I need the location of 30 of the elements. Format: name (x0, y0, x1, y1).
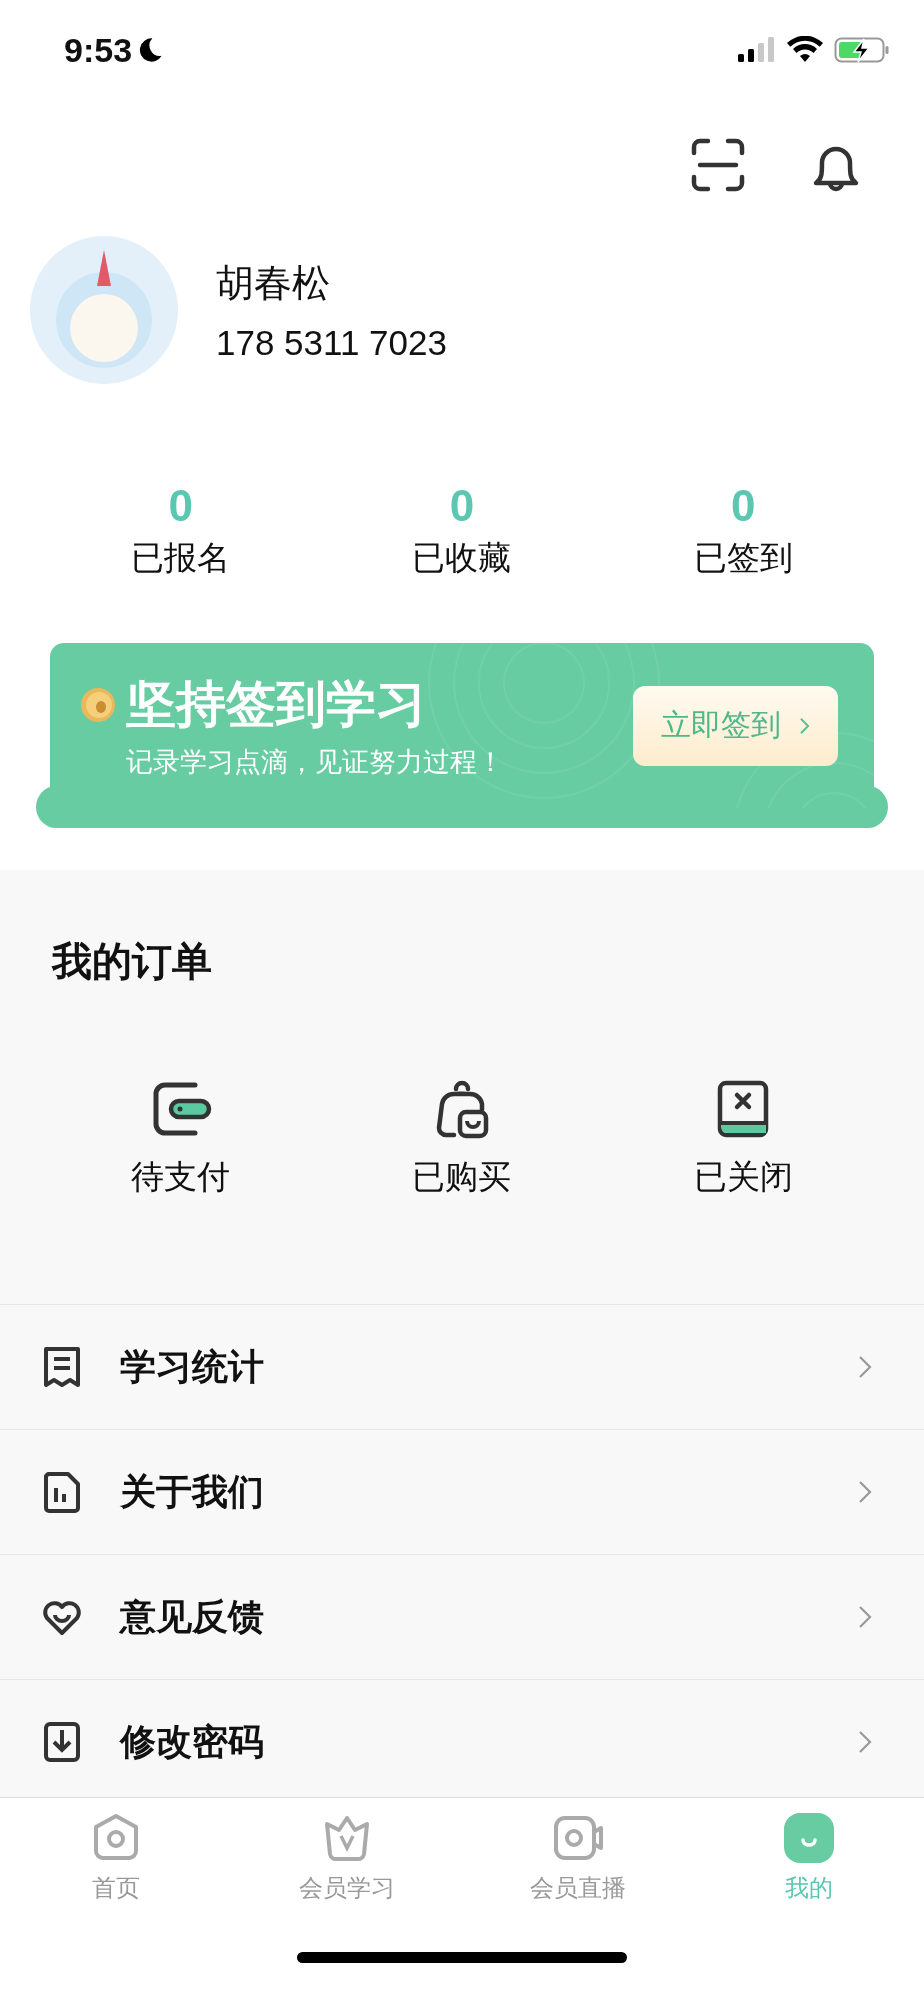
chevron-icon (799, 716, 810, 735)
menu-item[interactable]: 学习统计 (120, 1342, 858, 1392)
menu-item[interactable]: 关于我们 (120, 1467, 858, 1517)
menu-item[interactable]: 意见反馈 (120, 1592, 858, 1642)
banner-title: 坚持签到学习 (126, 675, 426, 735)
order-label[interactable]: 待支付 (131, 1155, 231, 1201)
phone-number: 178 5311 7023 (216, 322, 447, 363)
coin-icon (80, 686, 116, 723)
chevron-icon (858, 1605, 872, 1630)
document-chart-icon (42, 1470, 82, 1515)
receipt-icon (42, 1345, 82, 1390)
scan-icon[interactable] (690, 137, 746, 193)
section-title: 我的订单 (52, 938, 213, 986)
stat-label[interactable]: 已收藏 (412, 536, 512, 582)
signal-icon (736, 36, 776, 64)
banner-subtitle: 记录学习点滴，见证努力过程！ (125, 746, 504, 780)
order-label[interactable]: 已关闭 (693, 1155, 793, 1201)
chevron-icon (858, 1480, 872, 1505)
stat-label[interactable]: 已报名 (131, 536, 231, 582)
battery-icon (834, 36, 890, 64)
order-label[interactable]: 已购买 (412, 1155, 512, 1201)
smile-icon (782, 1812, 835, 1864)
user-name: 胡春松 (216, 260, 331, 306)
wifi-icon (786, 36, 824, 64)
stat-label[interactable]: 已签到 (693, 536, 793, 582)
chevron-icon (858, 1355, 872, 1380)
status-time: 9:53 (64, 30, 133, 70)
download-icon (42, 1720, 82, 1765)
chevron-icon (858, 1730, 872, 1755)
menu-item[interactable]: 修改密码 (120, 1717, 858, 1767)
